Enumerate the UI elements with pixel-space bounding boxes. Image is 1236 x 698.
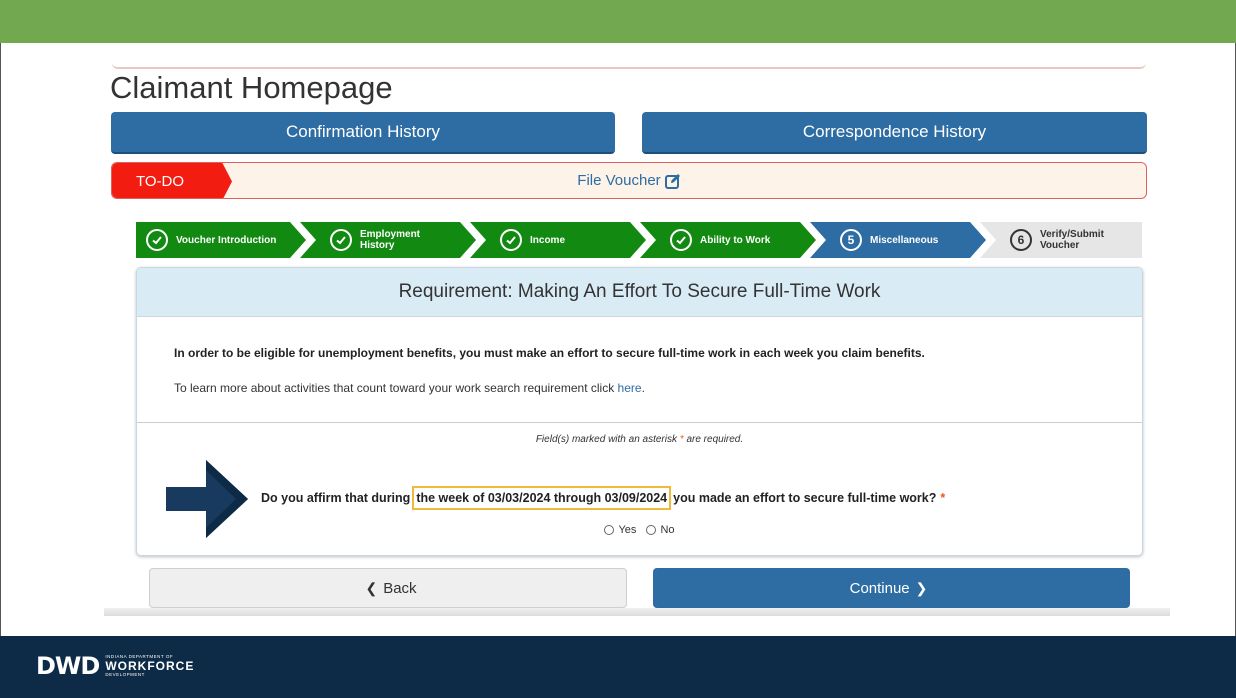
card-info-section: In order to be eligible for unemployment… — [137, 317, 1142, 423]
step-label: Employment History — [360, 229, 421, 251]
radio-yes-label: Yes — [618, 524, 637, 536]
check-circle-icon — [146, 229, 168, 251]
radio-circle-icon — [604, 525, 615, 535]
step-income[interactable]: Income — [470, 222, 646, 258]
required-note-suffix: are required. — [683, 434, 744, 445]
continue-button[interactable]: Continue ❯ — [653, 568, 1130, 608]
check-circle-icon — [500, 229, 522, 251]
step-miscellaneous[interactable]: 5 Miscellaneous — [810, 222, 986, 258]
logo-text: INDIANA DEPARTMENT OF WORKFORCE DEVELOPM… — [105, 654, 195, 678]
file-voucher-link[interactable]: File Voucher — [112, 163, 1146, 198]
here-link[interactable]: here — [618, 381, 642, 395]
radio-yes[interactable]: Yes — [604, 524, 636, 536]
eligibility-text: In order to be eligible for unemployment… — [174, 346, 925, 360]
step-voucher-introduction[interactable]: Voucher Introduction — [136, 222, 306, 258]
card-header: Requirement: Making An Effort To Secure … — [137, 268, 1142, 317]
step-ability-to-work[interactable]: Ability to Work — [640, 222, 816, 258]
radio-no-label: No — [660, 524, 675, 536]
check-circle-icon — [330, 229, 352, 251]
step-label: Miscellaneous — [870, 234, 939, 246]
step-number: 5 — [840, 229, 862, 251]
continue-label: Continue — [849, 579, 910, 597]
step-label: Income — [530, 234, 566, 246]
top-banner — [0, 0, 1236, 43]
correspondence-history-button[interactable]: Correspondence History — [642, 112, 1147, 154]
step-verify-submit-voucher[interactable]: 6 Verify/Submit Voucher — [980, 222, 1142, 258]
radio-circle-icon — [646, 525, 657, 535]
confirmation-history-button[interactable]: Confirmation History — [111, 112, 615, 154]
learn-more-prefix: To learn more about activities that coun… — [174, 381, 618, 395]
radio-no[interactable]: No — [646, 524, 675, 536]
affirm-radio-group: Yes No — [137, 524, 1142, 536]
question-asterisk: * — [940, 491, 946, 505]
top-divider — [112, 63, 1146, 69]
affirm-question: Do you affirm that during the week of 03… — [261, 486, 945, 510]
step-employment-history[interactable]: Employment History — [300, 222, 476, 258]
week-highlight: the week of 03/03/2024 through 03/09/202… — [412, 486, 672, 510]
chevron-left-icon: ❮ — [365, 579, 378, 596]
file-voucher-label: File Voucher — [577, 172, 661, 189]
question-prefix: Do you affirm that during — [261, 491, 411, 505]
todo-bar: File Voucher TO-DO — [111, 162, 1147, 199]
learn-more-suffix: . — [641, 381, 645, 395]
step-label: Ability to Work — [700, 234, 771, 246]
bottom-divider — [104, 608, 1170, 616]
required-note: Field(s) marked with an asterisk * are r… — [137, 434, 1142, 445]
todo-tag: TO-DO — [112, 163, 232, 198]
required-note-prefix: Field(s) marked with an asterisk — [535, 434, 680, 445]
step-label: Verify/Submit Voucher — [1040, 229, 1104, 251]
page-title: Claimant Homepage — [110, 70, 393, 105]
dwd-logo: DWD INDIANA DEPARTMENT OF WORKFORCE DEVE… — [36, 654, 194, 678]
logo-mark: DWD — [36, 652, 100, 680]
back-button[interactable]: ❮ Back — [149, 568, 627, 608]
edit-icon — [664, 173, 681, 189]
arrow-right-icon — [166, 460, 248, 538]
back-label: Back — [383, 579, 417, 597]
logo-small-bottom: DEVELOPMENT — [105, 672, 145, 677]
question-suffix: you made an effort to secure full-time w… — [673, 491, 937, 505]
check-circle-icon — [670, 229, 692, 251]
logo-big: WORKFORCE — [105, 659, 195, 673]
step-label: Voucher Introduction — [176, 234, 277, 246]
step-number: 6 — [1010, 229, 1032, 251]
requirement-card: Requirement: Making An Effort To Secure … — [136, 267, 1143, 556]
progress-stepper: Voucher Introduction Employment History … — [136, 222, 1142, 258]
chevron-right-icon: ❯ — [915, 579, 928, 596]
learn-more-text: To learn more about activities that coun… — [174, 381, 645, 395]
